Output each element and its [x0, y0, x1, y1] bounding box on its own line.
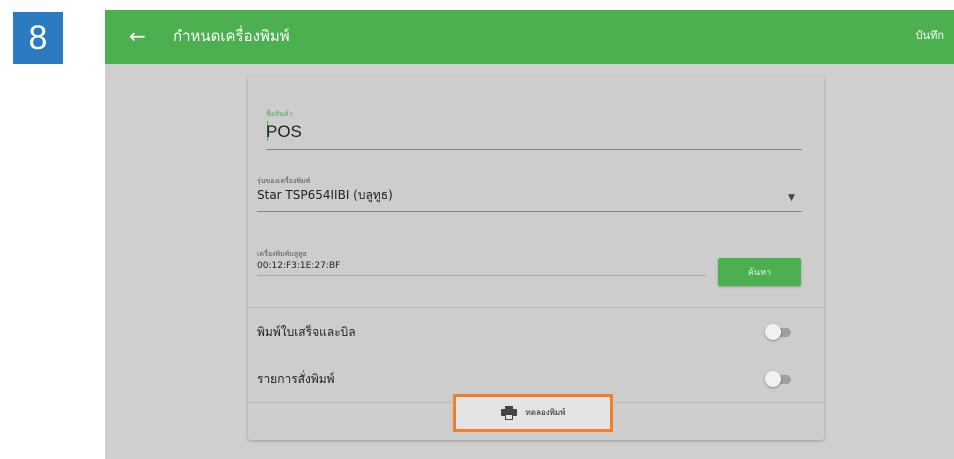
print-receipt-label: พิมพ์ใบเสร็จและบิล	[257, 325, 356, 339]
top-app-bar: ← กำหนดเครื่องพิมพ์ บันทึก	[105, 10, 954, 64]
save-button[interactable]: บันทึก	[916, 29, 944, 43]
toggle-knob	[765, 324, 781, 340]
divider	[248, 307, 824, 308]
printer-model-underline	[257, 211, 802, 212]
dropdown-arrow-icon[interactable]: ▼	[788, 193, 795, 203]
test-print-label: ทดลองพิมพ์	[525, 408, 566, 417]
bluetooth-printer-label: เครื่องพิมพ์บลูทูธ	[257, 250, 307, 258]
product-name-underline	[266, 149, 802, 150]
product-name-input[interactable]	[266, 120, 802, 144]
printer-model-label: รุ่นของเครื่องพิมพ์	[257, 177, 311, 185]
toggle-knob	[765, 371, 781, 387]
printer-settings-card: ชื่อสินค้า รุ่นของเครื่องพิมพ์ Star TSP6…	[248, 77, 824, 440]
printer-model-select[interactable]: Star TSP654IIBI (บลูทูธ)	[257, 187, 393, 203]
product-name-label: ชื่อสินค้า	[266, 110, 293, 118]
bluetooth-address-underline	[257, 275, 706, 276]
app-screen: ← กำหนดเครื่องพิมพ์ บันทึก ชื่อสินค้า รุ…	[105, 10, 954, 459]
print-orders-label: รายการสั่งพิมพ์	[257, 372, 335, 386]
bluetooth-address-field[interactable]: 00:12:F3:1E:27:BF	[257, 260, 340, 272]
arrow-back-icon[interactable]: ←	[129, 24, 146, 48]
print-orders-toggle[interactable]	[765, 371, 795, 387]
print-receipt-toggle[interactable]	[765, 324, 795, 340]
search-button[interactable]: ค้นหา	[718, 258, 801, 286]
step-badge: 8	[13, 12, 63, 64]
test-print-button[interactable]: ทดลองพิมพ์	[453, 394, 613, 432]
page-title: กำหนดเครื่องพิมพ์	[173, 27, 290, 45]
printer-icon	[500, 406, 517, 420]
